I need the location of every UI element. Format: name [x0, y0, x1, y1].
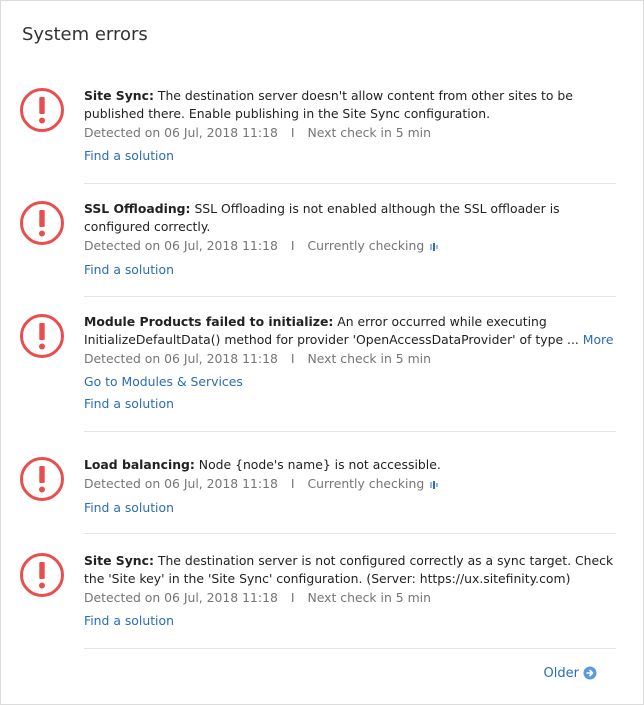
meta-separator: I — [290, 125, 295, 140]
find-solution-link[interactable]: Find a solution — [84, 499, 619, 517]
error-exclamation-icon — [19, 200, 65, 250]
meta-separator: I — [290, 351, 295, 366]
status-text: Currently checking — [307, 476, 425, 491]
error-exclamation-icon — [19, 552, 65, 602]
divider — [84, 431, 616, 432]
divider — [84, 533, 616, 534]
error-text: The destination server doesn't allow con… — [84, 88, 573, 121]
detected-label: Detected on — [84, 351, 165, 366]
panel-title: System errors — [22, 24, 148, 45]
detected-label: Detected on — [84, 590, 165, 605]
detected-time: 06 Jul, 2018 11:18 — [164, 476, 278, 491]
detected-time: 06 Jul, 2018 11:18 — [164, 238, 278, 253]
find-solution-link[interactable]: Find a solution — [84, 612, 619, 630]
error-title: SSL Offloading: — [84, 201, 191, 216]
error-exclamation-icon — [19, 456, 65, 506]
error-message: Module Products failed to initialize: An… — [84, 313, 619, 349]
go-to-modules-link[interactable]: Go to Modules & Services — [84, 373, 619, 391]
error-message: SSL Offloading: SSL Offloading is not en… — [84, 200, 619, 236]
error-exclamation-icon — [19, 87, 65, 137]
meta-separator: I — [290, 476, 295, 491]
find-solution-link[interactable]: Find a solution — [84, 261, 619, 279]
error-meta: Detected on 06 Jul, 2018 11:18 I Currently… — [84, 475, 619, 494]
status-text: Next check in 5 min — [307, 590, 431, 605]
error-text: The destination server is not configured… — [84, 553, 614, 586]
error-message: Site Sync: The destination server doesn'… — [84, 87, 619, 123]
detected-time: 06 Jul, 2018 11:18 — [164, 351, 278, 366]
error-title: Site Sync: — [84, 553, 154, 568]
error-text: Node {node's name} is not accessible. — [194, 457, 441, 472]
error-exclamation-icon — [19, 313, 65, 363]
detected-time: 06 Jul, 2018 11:18 — [164, 590, 278, 605]
status-text: Next check in 5 min — [307, 125, 431, 140]
find-solution-link[interactable]: Find a solution — [84, 395, 619, 413]
error-meta: Detected on 06 Jul, 2018 11:18 I Currently… — [84, 237, 619, 256]
error-meta: Detected on 06 Jul, 2018 11:18 I Next chec… — [84, 589, 619, 607]
meta-separator: I — [290, 238, 295, 253]
error-title: Module Products failed to initialize: — [84, 314, 334, 329]
detected-time: 06 Jul, 2018 11:18 — [164, 125, 278, 140]
divider — [84, 183, 616, 184]
older-button[interactable]: Older — [544, 666, 597, 685]
meta-separator: I — [290, 590, 295, 605]
error-meta: Detected on 06 Jul, 2018 11:18 I Next chec… — [84, 350, 619, 368]
arrow-right-circle-icon — [583, 666, 597, 685]
find-solution-link[interactable]: Find a solution — [84, 147, 619, 165]
error-title: Site Sync: — [84, 88, 154, 103]
detected-label: Detected on — [84, 125, 165, 140]
error-title: Load balancing: — [84, 457, 195, 472]
status-text: Next check in 5 min — [307, 351, 431, 366]
divider — [84, 648, 616, 649]
checking-indicator-icon — [430, 476, 439, 494]
error-message: Site Sync: The destination server is not… — [84, 552, 619, 588]
detected-label: Detected on — [84, 476, 165, 491]
checking-indicator-icon — [430, 238, 439, 256]
older-label: Older — [543, 666, 579, 681]
error-meta: Detected on 06 Jul, 2018 11:18 I Next chec… — [84, 124, 619, 142]
error-message: Load balancing: Node {node's name} is no… — [84, 456, 619, 474]
detected-label: Detected on — [84, 238, 165, 253]
more-link[interactable]: More — [583, 332, 614, 347]
status-text: Currently checking — [307, 238, 425, 253]
system-errors-panel: System errors Site Sync: The destination… — [0, 0, 644, 705]
divider — [84, 296, 616, 297]
